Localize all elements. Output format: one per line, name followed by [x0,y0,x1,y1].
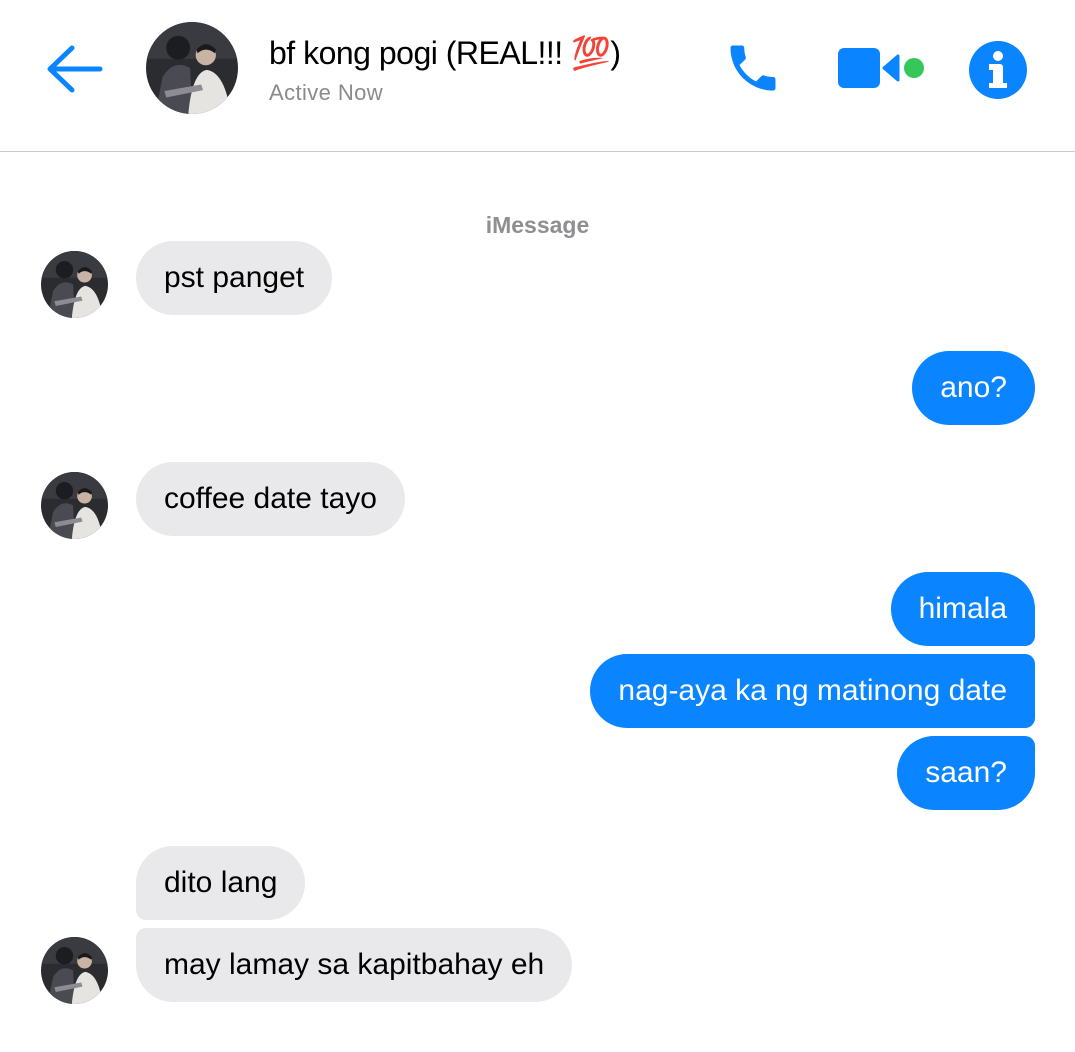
sender-avatar[interactable] [41,937,108,1004]
call-button[interactable] [722,38,784,98]
video-camera-icon [838,48,924,88]
active-status: Active Now [269,80,384,105]
incoming-message[interactable]: pst panget [136,241,333,315]
back-button[interactable] [44,40,104,100]
outgoing-message[interactable]: saan? [897,736,1035,810]
contact-name[interactable]: bf kong pogi (REAL!!! 💯) [269,34,621,72]
outgoing-message[interactable]: nag-aya ka ng matinong date [590,654,1035,728]
incoming-message[interactable]: dito lang [136,846,306,920]
info-button[interactable] [968,40,1028,100]
phone-icon [730,45,776,91]
incoming-message[interactable]: may lamay sa kapitbahay eh [136,928,573,1002]
conversation-header: bf kong pogi (REAL!!! 💯) Active Now [0,0,1075,152]
video-call-button[interactable] [836,46,928,90]
sender-avatar[interactable] [41,472,108,539]
contact-avatar[interactable] [146,22,238,114]
info-icon [969,41,1027,99]
service-label: iMessage [485,212,590,238]
back-arrow-icon [47,45,103,93]
incoming-message[interactable]: coffee date tayo [136,462,405,536]
outgoing-message[interactable]: himala [890,572,1035,646]
outgoing-message[interactable]: ano? [912,351,1035,425]
sender-avatar[interactable] [41,251,108,318]
